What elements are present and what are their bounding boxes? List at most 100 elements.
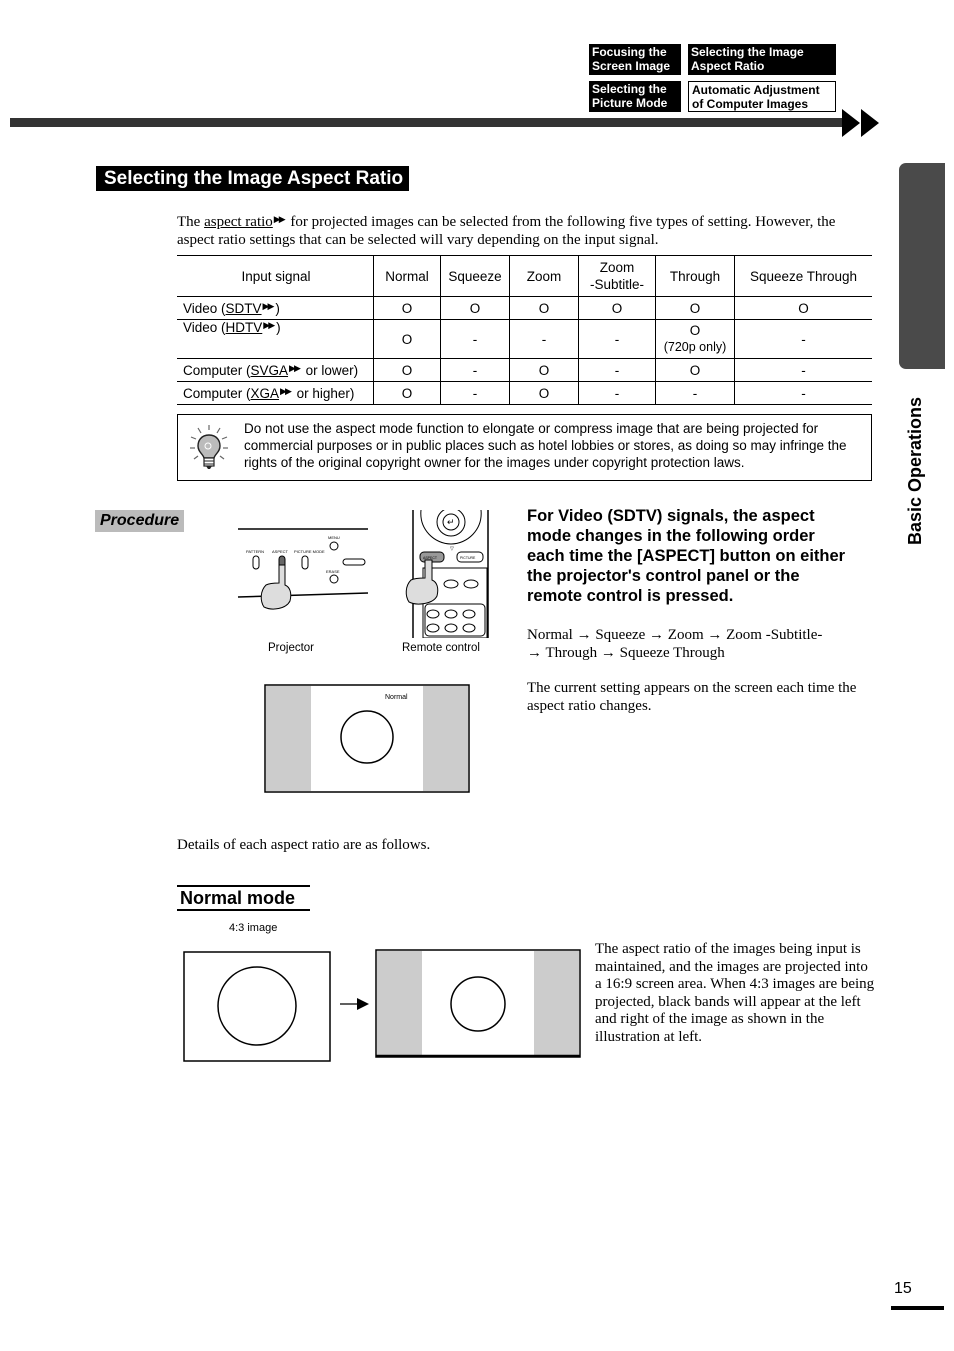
nav-label: Picture Mode [592, 96, 668, 110]
screen-mode-label: Normal [385, 694, 408, 701]
signal-text: Video ( [183, 300, 226, 316]
glossary-arrow-icon: ▶▶ [280, 385, 292, 396]
signal-cell: Video (HDTV▶▶) [177, 319, 374, 359]
intro-paragraph: The aspect ratio▶▶ for projected images … [177, 210, 867, 249]
table-cell: - [440, 319, 510, 359]
procedure-instruction: For Video (SDTV) signals, the aspect mod… [527, 507, 846, 605]
signal-cell: Computer (SVGA▶▶ or lower) [177, 358, 374, 382]
hdtv-link[interactable]: HDTV [226, 320, 263, 335]
col-header-line: -Subtitle- [589, 277, 645, 292]
pattern-label: PATTERN [246, 549, 264, 554]
col-header-line: Zoom [599, 260, 635, 275]
tip-note-box: Do not use the aspect mode function to e… [177, 414, 872, 481]
col-header: Zoom -Subtitle- [578, 255, 656, 297]
lightbulb-icon [190, 425, 228, 469]
sdtv-link[interactable]: SDTV [226, 301, 262, 316]
table-cell: O [373, 319, 441, 359]
table-cell: O [578, 296, 656, 320]
aspect-button-label: ASPECT [423, 556, 438, 560]
table-cell: - [655, 381, 735, 405]
details-text: Details of each aspect ratio are as foll… [177, 837, 431, 853]
page-number-underline [891, 1306, 944, 1310]
normal-mode-heading: Normal mode [177, 885, 310, 911]
left-band [377, 951, 422, 1055]
page-number: 15 [894, 1280, 912, 1297]
table-cell: - [578, 381, 656, 405]
remote-caption: Remote control [402, 642, 480, 654]
table-cell: O [655, 358, 735, 382]
col-header: Squeeze [440, 255, 510, 297]
table-cell: O [655, 296, 735, 320]
input-43-illustration [183, 951, 331, 1062]
signal-cell: Computer (XGA▶▶ or higher) [177, 381, 374, 405]
signal-text: Computer ( [183, 385, 251, 401]
aspect-support-table: Input signal Normal Squeeze Zoom Zoom -Su… [177, 255, 872, 405]
header-bar [10, 118, 842, 127]
signal-text: Computer ( [183, 362, 251, 378]
xga-link[interactable]: XGA [251, 386, 280, 401]
table-cell: O [440, 296, 510, 320]
table-cell: - [578, 358, 656, 382]
signal-text: Video ( [183, 320, 226, 335]
nav-focusing-screen-image[interactable]: Focusing the Screen Image [589, 44, 681, 75]
projector-caption: Projector [268, 642, 315, 654]
glossary-arrow-icon: ▶▶ [273, 214, 286, 224]
nav-label: Screen Image [592, 59, 671, 73]
col-header: Through [655, 255, 735, 297]
nav-label: Automatic Adjustment [692, 83, 820, 97]
table-cell: O [509, 381, 579, 405]
cell-value: O [689, 323, 701, 338]
signal-text: or higher) [292, 385, 355, 401]
nav-automatic-adjustment[interactable]: Automatic Adjustment of Computer Images [688, 81, 836, 112]
table-cell: - [440, 358, 510, 382]
table-row: Video (HDTV▶▶) O - - - O (720p only) - [177, 319, 872, 359]
side-tab-label: Basic Operations [905, 396, 925, 545]
right-band [423, 686, 468, 791]
section-title: Selecting the Image Aspect Ratio [96, 166, 410, 191]
glossary-arrow-icon: ▶▶ [289, 362, 301, 373]
glossary-arrow-icon: ▶▶ [262, 300, 275, 311]
normal-screen-illustration: Normal [264, 684, 470, 793]
intro-text: The [177, 214, 205, 230]
table-header-row: Input signal Normal Squeeze Zoom Zoom -Su… [177, 255, 872, 297]
erase-label: ERASE [326, 569, 340, 574]
aspect-label: ASPECT [272, 549, 289, 554]
table-cell: - [734, 358, 872, 382]
projector-panel-illustration: PATTERN ASPECT PICTURE MODE MENU ERASE [237, 528, 369, 610]
left-band [266, 686, 311, 791]
output-169-illustration [375, 949, 581, 1058]
nav-label: of Computer Images [692, 97, 809, 111]
table-cell: O [734, 296, 872, 320]
mode-sequence-line: Normal → Squeeze → Zoom → Zoom -Subtitle… [527, 627, 823, 643]
nav-selecting-picture-mode[interactable]: Selecting the Picture Mode [589, 81, 681, 112]
table-cell: O [373, 358, 441, 382]
aspect-ratio-link[interactable]: aspect ratio [204, 214, 273, 230]
picture-button-label: PICTURE [460, 556, 476, 560]
table-row: Computer (SVGA▶▶ or lower) O - O - O - [177, 358, 872, 382]
nav-label: Focusing the [592, 45, 667, 59]
table-cell: O [509, 296, 579, 320]
nav-selecting-aspect-ratio[interactable]: Selecting the Image Aspect Ratio [688, 44, 836, 75]
current-setting-text: The current setting appears on the scree… [527, 680, 857, 714]
cell-note: (720p only) [663, 340, 727, 354]
svga-link[interactable]: SVGA [251, 363, 289, 378]
glossary-arrow-icon: ▶▶ [263, 320, 275, 330]
remote-control-illustration: ↵ ▽ ASPECT PICTURE [405, 510, 489, 638]
mode-sequence-line: → Through → Squeeze Through [527, 645, 725, 661]
nav-label: Selecting the [592, 82, 667, 96]
right-band [534, 951, 579, 1055]
table-cell: - [734, 319, 872, 359]
table-cell: O [509, 358, 579, 382]
col-header: Input signal [177, 255, 374, 297]
table-row: Computer (XGA▶▶ or higher) O - O - - - [177, 381, 872, 405]
col-header: Squeeze Through [734, 255, 872, 297]
side-tab [899, 163, 945, 369]
mode-sequence: Normal → Squeeze → Zoom → Zoom -Subtitle… [527, 626, 857, 662]
menu-label: MENU [328, 535, 340, 540]
procedure-label: Procedure [95, 510, 185, 532]
down-triangle-icon: ▽ [450, 546, 454, 552]
table-cell: - [734, 381, 872, 405]
double-arrow-icon [842, 109, 860, 137]
table-cell: - [578, 319, 656, 359]
table-cell: O [373, 381, 441, 405]
